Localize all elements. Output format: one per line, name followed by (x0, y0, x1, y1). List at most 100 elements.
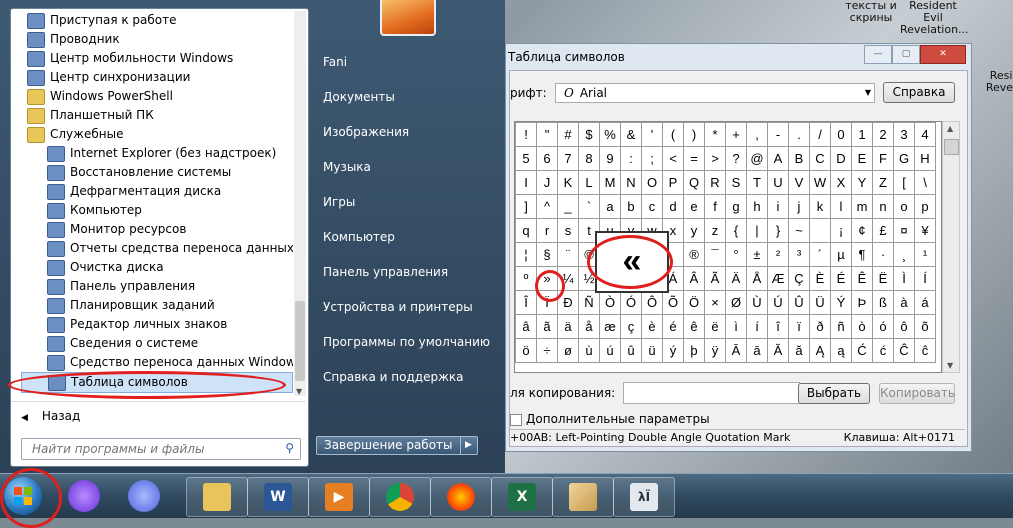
char-cell[interactable]: ć (872, 338, 894, 363)
start-right-item[interactable]: Справка и поддержка (315, 365, 500, 400)
char-cell[interactable]: h (746, 194, 768, 219)
char-cell[interactable]: + (725, 122, 747, 147)
char-cell[interactable]: û (620, 338, 642, 363)
user-picture[interactable] (380, 0, 436, 36)
char-cell[interactable]: c (641, 194, 663, 219)
char-cell[interactable]: 9 (599, 146, 621, 171)
char-cell[interactable]: E (851, 146, 873, 171)
char-cell[interactable]: \ (914, 170, 936, 195)
char-cell[interactable]: T (746, 170, 768, 195)
char-cell[interactable]: / (809, 122, 831, 147)
charmap-titlebar[interactable]: Таблица символов — ▢ ✕ (506, 44, 971, 70)
maximize-button[interactable]: ▢ (892, 45, 920, 64)
scrollbar-thumb[interactable] (944, 139, 959, 155)
char-cell[interactable]: Æ (767, 266, 789, 291)
char-cell[interactable]: @ (746, 146, 768, 171)
char-cell[interactable]: ö (515, 338, 537, 363)
char-cell[interactable]: à (893, 290, 915, 315)
char-cell[interactable]: k (809, 194, 831, 219)
char-cell[interactable]: ø (557, 338, 579, 363)
char-cell[interactable]: ] (515, 194, 537, 219)
desktop-icon[interactable]: Reside Revelati (975, 70, 1013, 94)
char-cell[interactable]: ò (851, 314, 873, 339)
char-cell[interactable]: Ñ (578, 290, 600, 315)
char-cell[interactable]: Ç (788, 266, 810, 291)
char-cell[interactable]: Ë (872, 266, 894, 291)
minimize-button[interactable]: — (864, 45, 892, 64)
char-cell[interactable]: ~ (788, 218, 810, 243)
char-cell[interactable]: 3 (893, 122, 915, 147)
char-cell[interactable]: Y (851, 170, 873, 195)
start-right-item[interactable]: Панель управления (315, 260, 500, 295)
char-cell[interactable]: ³ (788, 242, 810, 267)
char-cell[interactable]: Ì (893, 266, 915, 291)
char-cell[interactable]: ¥ (914, 218, 936, 243)
char-cell[interactable]: D (830, 146, 852, 171)
char-cell[interactable]: ÿ (704, 338, 726, 363)
char-cell[interactable]: ó (872, 314, 894, 339)
excel-taskbar-button[interactable]: X (491, 477, 553, 517)
char-cell[interactable]: R (704, 170, 726, 195)
char-cell[interactable]: ý (662, 338, 684, 363)
char-cell[interactable]: Ă (767, 338, 789, 363)
start-right-item[interactable]: Изображения (315, 120, 500, 155)
char-cell[interactable]: ; (641, 146, 663, 171)
program-item[interactable]: Windows PowerShell (11, 87, 293, 106)
char-cell[interactable]: N (620, 170, 642, 195)
char-cell[interactable]: 2 (872, 122, 894, 147)
char-cell[interactable]: d (662, 194, 684, 219)
char-cell[interactable]: X (830, 170, 852, 195)
char-cell[interactable]: r (536, 218, 558, 243)
char-cell[interactable]: ĉ (914, 338, 936, 363)
char-cell[interactable]: é (662, 314, 684, 339)
char-cell[interactable]: ë (704, 314, 726, 339)
char-cell[interactable]: Ä (725, 266, 747, 291)
char-cell[interactable]: ã (536, 314, 558, 339)
char-cell[interactable]: Î (515, 290, 537, 315)
select-button[interactable]: Выбрать (798, 383, 870, 404)
char-cell[interactable]: å (578, 314, 600, 339)
char-cell[interactable]: ´ (809, 242, 831, 267)
char-cell[interactable]: Ö (683, 290, 705, 315)
char-cell[interactable]: í (746, 314, 768, 339)
char-cell[interactable] (809, 218, 831, 243)
character-grid-scrollbar[interactable]: ▲ ▼ (942, 121, 960, 373)
char-cell[interactable]: F (872, 146, 894, 171)
char-cell[interactable]: ¤ (893, 218, 915, 243)
program-item[interactable]: Сведения о системе (11, 334, 293, 353)
char-cell[interactable]: õ (914, 314, 936, 339)
chevron-down-icon[interactable]: ▼ (865, 84, 871, 102)
char-cell[interactable]: º (515, 266, 537, 291)
program-item[interactable]: Internet Explorer (без надстроек) (11, 144, 293, 163)
char-cell[interactable]: W (809, 170, 831, 195)
char-cell[interactable]: æ (599, 314, 621, 339)
char-cell[interactable]: ā (746, 338, 768, 363)
help-button[interactable]: Справка (883, 82, 955, 103)
word-taskbar-button[interactable]: W (247, 477, 309, 517)
program-item[interactable]: Панель управления (11, 277, 293, 296)
char-cell[interactable]: Û (788, 290, 810, 315)
program-item[interactable]: Средство переноса данных Windows (11, 353, 293, 372)
char-cell[interactable]: j (788, 194, 810, 219)
char-cell[interactable]: ì (725, 314, 747, 339)
char-cell[interactable]: ¦ (515, 242, 537, 267)
char-cell[interactable]: A (767, 146, 789, 171)
char-cell[interactable]: Ã (704, 266, 726, 291)
shutdown-button[interactable]: Завершение работы (316, 436, 461, 455)
char-cell[interactable]: M (599, 170, 621, 195)
scrollbar-thumb[interactable] (295, 301, 305, 381)
char-cell[interactable]: - (767, 122, 789, 147)
char-cell[interactable]: ú (599, 338, 621, 363)
char-cell[interactable]: Ô (641, 290, 663, 315)
char-cell[interactable]: B (788, 146, 810, 171)
start-right-item[interactable]: Документы (315, 85, 500, 120)
char-cell[interactable]: ` (578, 194, 600, 219)
char-cell[interactable]: ® (683, 242, 705, 267)
char-cell[interactable]: Ê (851, 266, 873, 291)
char-cell[interactable]: , (746, 122, 768, 147)
scroll-up-icon[interactable]: ▲ (947, 124, 953, 133)
back-button[interactable]: ◀ Назад (11, 401, 306, 430)
advanced-view-toggle[interactable]: Дополнительные параметры (510, 412, 710, 426)
char-cell[interactable]: _ (557, 194, 579, 219)
start-right-item[interactable]: Программы по умолчанию (315, 330, 500, 365)
